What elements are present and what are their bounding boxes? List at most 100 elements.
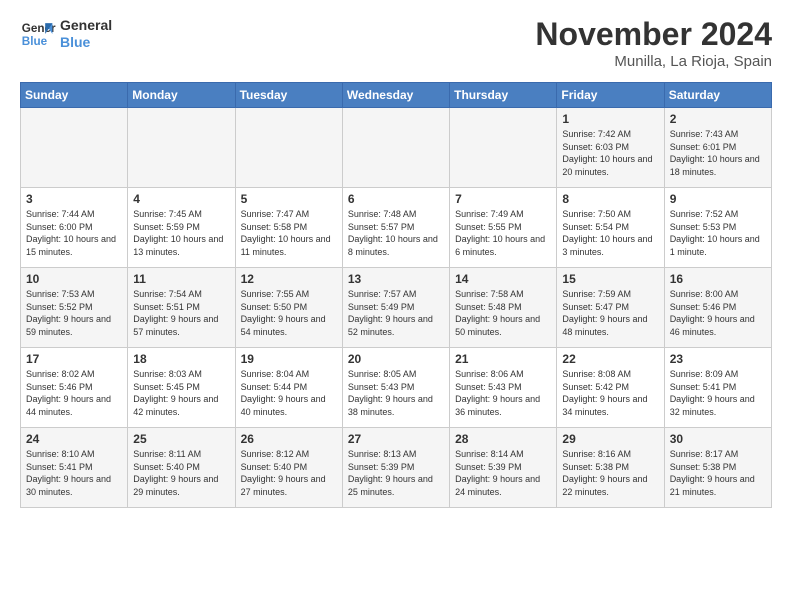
day-number: 26: [241, 432, 337, 446]
day-number: 11: [133, 272, 229, 286]
header-row: SundayMondayTuesdayWednesdayThursdayFrid…: [21, 83, 772, 108]
header-cell-wednesday: Wednesday: [342, 83, 449, 108]
day-number: 10: [26, 272, 122, 286]
logo: General Blue General Blue: [20, 16, 112, 52]
title-block: November 2024 Munilla, La Rioja, Spain: [535, 16, 772, 70]
day-number: 14: [455, 272, 551, 286]
day-cell: 23 Sunrise: 8:09 AM Sunset: 5:41 PM Dayli…: [664, 348, 771, 428]
day-number: 24: [26, 432, 122, 446]
month-title: November 2024: [535, 16, 772, 53]
day-cell: 21Sunrise: 8:06 AM Sunset: 5:43 PM Dayli…: [450, 348, 557, 428]
week-row-1: 3 Sunrise: 7:44 AM Sunset: 6:00 PM Daylig…: [21, 188, 772, 268]
week-row-2: 10 Sunrise: 7:53 AM Sunset: 5:52 PM Dayli…: [21, 268, 772, 348]
page-container: General Blue General Blue November 2024 …: [0, 0, 792, 518]
header-cell-sunday: Sunday: [21, 83, 128, 108]
day-cell: 14 Sunrise: 7:58 AM Sunset: 5:48 PM Dayli…: [450, 268, 557, 348]
day-number: 17: [26, 352, 122, 366]
calendar-header: SundayMondayTuesdayWednesdayThursdayFrid…: [21, 83, 772, 108]
header-cell-saturday: Saturday: [664, 83, 771, 108]
day-info: Sunrise: 8:13 AM Sunset: 5:39 PM Dayligh…: [348, 448, 444, 498]
day-number: 28: [455, 432, 551, 446]
week-row-3: 17 Sunrise: 8:02 AM Sunset: 5:46 PM Dayli…: [21, 348, 772, 428]
day-info: Sunrise: 7:42 AM Sunset: 6:03 PM Dayligh…: [562, 128, 658, 178]
day-info: Sunrise: 8:02 AM Sunset: 5:46 PM Dayligh…: [26, 368, 122, 418]
header-cell-thursday: Thursday: [450, 83, 557, 108]
day-cell: 26 Sunrise: 8:12 AM Sunset: 5:40 PM Dayli…: [235, 428, 342, 508]
day-cell: 20 Sunrise: 8:05 AM Sunset: 5:43 PM Dayli…: [342, 348, 449, 428]
day-cell: 4Sunrise: 7:45 AM Sunset: 5:59 PM Daylig…: [128, 188, 235, 268]
day-info: Sunrise: 7:54 AM Sunset: 5:51 PM Dayligh…: [133, 288, 229, 338]
day-cell: 2 Sunrise: 7:43 AM Sunset: 6:01 PM Daylig…: [664, 108, 771, 188]
day-cell: 1Sunrise: 7:42 AM Sunset: 6:03 PM Daylig…: [557, 108, 664, 188]
day-number: 20: [348, 352, 444, 366]
day-number: 19: [241, 352, 337, 366]
calendar-table: SundayMondayTuesdayWednesdayThursdayFrid…: [20, 82, 772, 508]
day-cell: 13 Sunrise: 7:57 AM Sunset: 5:49 PM Dayli…: [342, 268, 449, 348]
header-cell-friday: Friday: [557, 83, 664, 108]
day-number: 7: [455, 192, 551, 206]
day-cell: 25 Sunrise: 8:11 AM Sunset: 5:40 PM Dayli…: [128, 428, 235, 508]
day-info: Sunrise: 7:49 AM Sunset: 5:55 PM Dayligh…: [455, 208, 551, 258]
day-info: Sunrise: 8:03 AM Sunset: 5:45 PM Dayligh…: [133, 368, 229, 418]
day-cell: 28 Sunrise: 8:14 AM Sunset: 5:39 PM Dayli…: [450, 428, 557, 508]
day-cell: 15Sunrise: 7:59 AM Sunset: 5:47 PM Dayli…: [557, 268, 664, 348]
day-info: Sunrise: 8:08 AM Sunset: 5:42 PM Dayligh…: [562, 368, 658, 418]
day-info: Sunrise: 7:43 AM Sunset: 6:01 PM Dayligh…: [670, 128, 766, 178]
day-number: 27: [348, 432, 444, 446]
day-number: 3: [26, 192, 122, 206]
day-number: 30: [670, 432, 766, 446]
day-number: 6: [348, 192, 444, 206]
day-cell: 7 Sunrise: 7:49 AM Sunset: 5:55 PM Daylig…: [450, 188, 557, 268]
day-info: Sunrise: 7:53 AM Sunset: 5:52 PM Dayligh…: [26, 288, 122, 338]
day-cell: 10 Sunrise: 7:53 AM Sunset: 5:52 PM Dayli…: [21, 268, 128, 348]
day-info: Sunrise: 7:50 AM Sunset: 5:54 PM Dayligh…: [562, 208, 658, 258]
day-cell: 22 Sunrise: 8:08 AM Sunset: 5:42 PM Dayli…: [557, 348, 664, 428]
day-info: Sunrise: 8:14 AM Sunset: 5:39 PM Dayligh…: [455, 448, 551, 498]
day-cell: [450, 108, 557, 188]
day-number: 8: [562, 192, 658, 206]
day-info: Sunrise: 7:47 AM Sunset: 5:58 PM Dayligh…: [241, 208, 337, 258]
day-info: Sunrise: 7:57 AM Sunset: 5:49 PM Dayligh…: [348, 288, 444, 338]
day-cell: 17 Sunrise: 8:02 AM Sunset: 5:46 PM Dayli…: [21, 348, 128, 428]
day-info: Sunrise: 7:58 AM Sunset: 5:48 PM Dayligh…: [455, 288, 551, 338]
day-cell: [235, 108, 342, 188]
day-number: 2: [670, 112, 766, 126]
day-cell: 16 Sunrise: 8:00 AM Sunset: 5:46 PM Dayli…: [664, 268, 771, 348]
day-info: Sunrise: 8:10 AM Sunset: 5:41 PM Dayligh…: [26, 448, 122, 498]
location: Munilla, La Rioja, Spain: [535, 53, 772, 70]
calendar-body: 1Sunrise: 7:42 AM Sunset: 6:03 PM Daylig…: [21, 108, 772, 508]
day-cell: 12Sunrise: 7:55 AM Sunset: 5:50 PM Dayli…: [235, 268, 342, 348]
day-number: 5: [241, 192, 337, 206]
day-info: Sunrise: 8:12 AM Sunset: 5:40 PM Dayligh…: [241, 448, 337, 498]
day-number: 22: [562, 352, 658, 366]
day-number: 25: [133, 432, 229, 446]
day-cell: 24 Sunrise: 8:10 AM Sunset: 5:41 PM Dayli…: [21, 428, 128, 508]
day-cell: [342, 108, 449, 188]
day-cell: 3 Sunrise: 7:44 AM Sunset: 6:00 PM Daylig…: [21, 188, 128, 268]
day-cell: [128, 108, 235, 188]
day-info: Sunrise: 7:52 AM Sunset: 5:53 PM Dayligh…: [670, 208, 766, 258]
logo-icon: General Blue: [20, 16, 56, 52]
day-info: Sunrise: 7:44 AM Sunset: 6:00 PM Dayligh…: [26, 208, 122, 258]
day-cell: 29 Sunrise: 8:16 AM Sunset: 5:38 PM Dayli…: [557, 428, 664, 508]
day-info: Sunrise: 7:55 AM Sunset: 5:50 PM Dayligh…: [241, 288, 337, 338]
day-info: Sunrise: 8:05 AM Sunset: 5:43 PM Dayligh…: [348, 368, 444, 418]
day-number: 16: [670, 272, 766, 286]
day-info: Sunrise: 8:16 AM Sunset: 5:38 PM Dayligh…: [562, 448, 658, 498]
day-number: 29: [562, 432, 658, 446]
day-cell: 19Sunrise: 8:04 AM Sunset: 5:44 PM Dayli…: [235, 348, 342, 428]
day-info: Sunrise: 8:11 AM Sunset: 5:40 PM Dayligh…: [133, 448, 229, 498]
day-number: 23: [670, 352, 766, 366]
day-info: Sunrise: 8:00 AM Sunset: 5:46 PM Dayligh…: [670, 288, 766, 338]
day-number: 4: [133, 192, 229, 206]
logo-line2: Blue: [60, 34, 112, 51]
day-cell: 9Sunrise: 7:52 AM Sunset: 5:53 PM Daylig…: [664, 188, 771, 268]
day-number: 18: [133, 352, 229, 366]
day-number: 21: [455, 352, 551, 366]
day-info: Sunrise: 8:09 AM Sunset: 5:41 PM Dayligh…: [670, 368, 766, 418]
week-row-0: 1Sunrise: 7:42 AM Sunset: 6:03 PM Daylig…: [21, 108, 772, 188]
week-row-4: 24 Sunrise: 8:10 AM Sunset: 5:41 PM Dayli…: [21, 428, 772, 508]
svg-text:Blue: Blue: [22, 35, 48, 48]
day-number: 13: [348, 272, 444, 286]
logo-line1: General: [60, 17, 112, 34]
